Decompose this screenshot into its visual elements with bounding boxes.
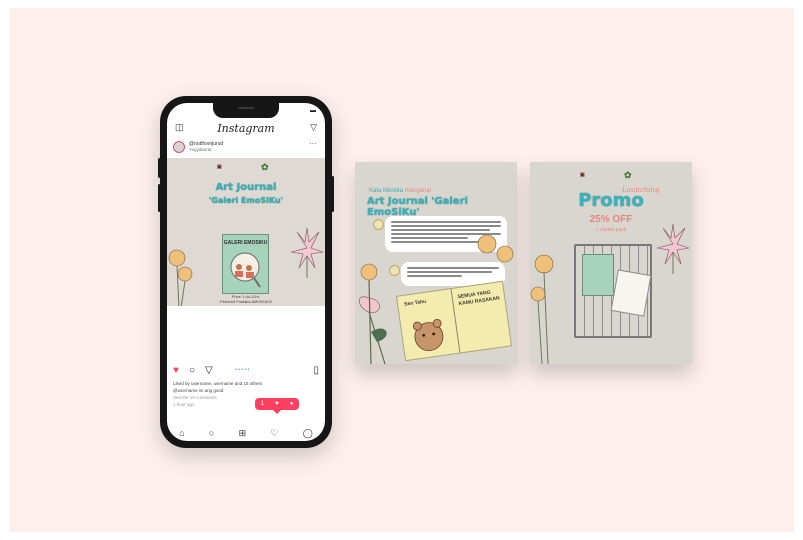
promo-title: Promo — [578, 190, 644, 211]
phone-notch — [213, 103, 279, 118]
search-icon[interactable]: ○ — [209, 428, 214, 438]
avatar — [373, 219, 384, 230]
phone-mockup: ▬ ◫ Instagram ▽ @nuttfoonjunaf Yogyakart… — [158, 96, 334, 448]
journal-right-text: SEMUA YANG KAMU RASAKAN — [457, 289, 501, 308]
shopping-cart-illustration — [574, 244, 652, 338]
subtitle-highlight: mengenai — [404, 188, 432, 194]
book-title: GALERI EMOSIKU — [223, 240, 268, 246]
battery-icon: ▬ — [310, 108, 316, 114]
sticker-sheet — [610, 269, 652, 317]
follow-icon: ● — [289, 401, 294, 407]
add-post-icon[interactable]: ⊞ — [239, 428, 247, 439]
app-title: Instagram — [217, 121, 275, 135]
instagram-header: ◫ Instagram ▽ — [167, 119, 325, 137]
post-image[interactable]: ▣ ✿ Art Journal 'Galeri EmoSiKu' GALERI … — [167, 158, 325, 306]
logo: ▣ — [217, 164, 222, 170]
profile-icon[interactable]: ◯ — [303, 428, 313, 439]
journal-illustration: Sen Tahu SEMUA YANG KAMU RASAKAN — [395, 280, 513, 362]
lily-illustration — [656, 224, 690, 274]
book-cover: GALERI EMOSIKU — [222, 234, 269, 294]
post-title-line1: Art Journal — [215, 182, 277, 193]
book-illustration — [230, 252, 261, 288]
flower-illustration — [358, 263, 387, 364]
comment-count: 1 — [260, 401, 264, 407]
comments-link[interactable]: See the 15 comments — [173, 395, 217, 400]
bottom-navigation: ⌂ ○ ⊞ ♡ ◯ — [167, 425, 325, 441]
card1-title: Art Journal 'Galeri EmoSiKu' — [367, 196, 468, 218]
logo: ✿ — [624, 170, 632, 180]
caption-text: @username ini ang good — [173, 388, 224, 393]
post-title-line2: 'Galeri EmoSiKu' — [208, 196, 284, 205]
testimonial-card: Kata Mereka mengenai Art Journal 'Galeri… — [355, 162, 517, 364]
phone-volume-button — [158, 184, 161, 212]
bookmark-icon[interactable]: ▯ — [313, 365, 319, 376]
post-note-2: Penerbit Pustaka AMOKUKO — [220, 299, 272, 304]
flower-illustration — [530, 254, 554, 364]
post-actions: ♥ ○ ▽ • • • • • ▯ — [173, 365, 319, 377]
avatar[interactable] — [173, 141, 185, 153]
book-cover — [582, 254, 614, 296]
more-options-icon[interactable]: ··· — [309, 139, 317, 148]
camera-icon[interactable]: ◫ — [175, 122, 184, 133]
send-icon[interactable]: ▽ — [310, 122, 317, 133]
phone-screen: ▬ ◫ Instagram ▽ @nuttfoonjunaf Yogyakart… — [167, 103, 325, 441]
journal-left-text: Sen Tahu — [403, 298, 427, 308]
activity-notification-badge[interactable]: 1 ♥ ● — [255, 398, 299, 414]
carousel-dots: • • • • • — [235, 367, 250, 373]
location-text[interactable]: Yogyakarta — [189, 147, 211, 152]
like-count-icon: ♥ — [275, 401, 279, 407]
flower-illustration — [477, 234, 514, 263]
lily-illustration — [290, 228, 324, 278]
card1-subtitle: Kata Mereka mengenai — [369, 188, 431, 194]
phone-power-button — [331, 176, 334, 212]
home-icon[interactable]: ⌂ — [179, 428, 184, 438]
share-icon[interactable]: ▽ — [205, 365, 213, 376]
activity-icon[interactable]: ♡ — [270, 428, 278, 439]
subtitle-text: Kata Mereka — [369, 188, 404, 194]
phone-volume-button — [158, 158, 161, 178]
post-time: 1 hour ago — [173, 402, 195, 407]
logo: ✿ — [261, 162, 269, 172]
comment-icon[interactable]: ○ — [189, 365, 195, 376]
heart-icon[interactable]: ♥ — [173, 365, 179, 376]
mockup-canvas: ▬ ◫ Instagram ▽ @nuttfoonjunaf Yogyakart… — [10, 8, 794, 532]
promo-card: ▣ ✿ Launching Promo 25% OFF + sticker pa… — [530, 162, 692, 364]
likes-text[interactable]: Liked by username, username and 15 other… — [173, 381, 262, 386]
post-header: @nuttfoonjunaf Yogyakarta ··· — [173, 139, 319, 155]
logo: ▣ — [580, 172, 585, 178]
bear-illustration — [412, 318, 444, 352]
